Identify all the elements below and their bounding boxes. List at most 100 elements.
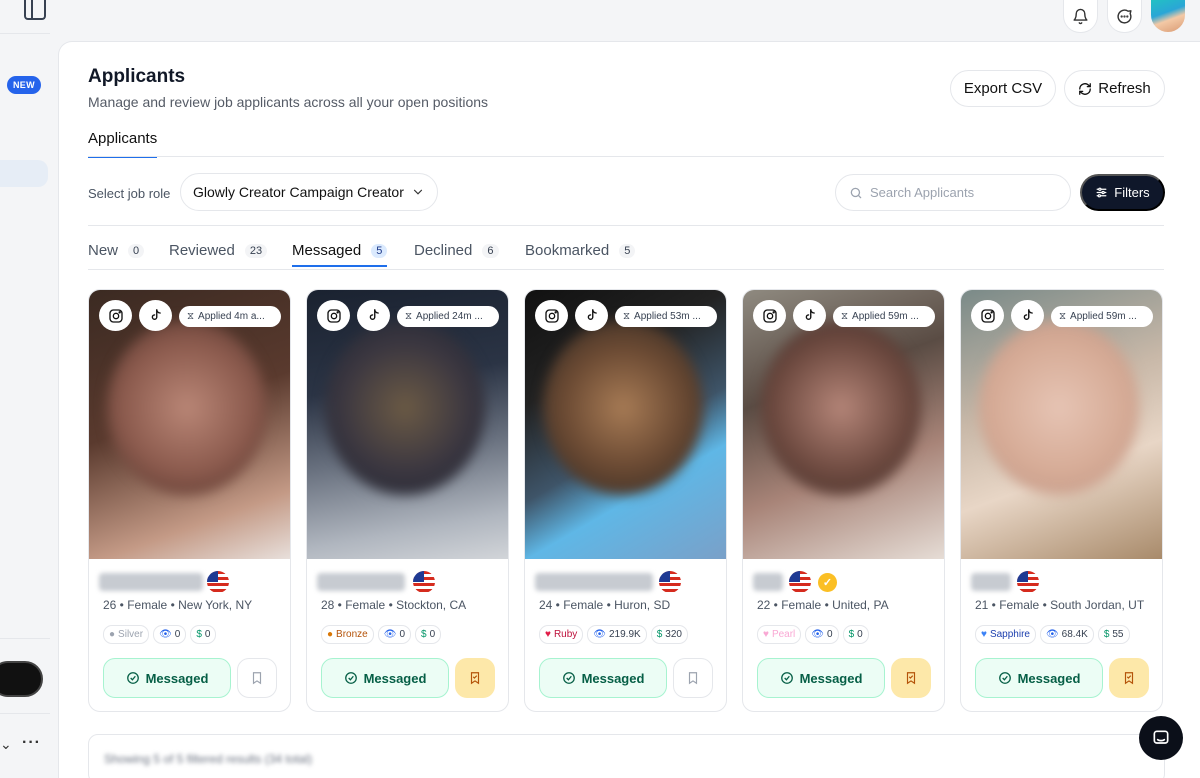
more-options-icon[interactable]: ··· [22, 734, 41, 752]
applicant-card[interactable]: ⧖ Applied 59m ... 21 • Female • South Jor… [960, 289, 1163, 712]
messaged-button[interactable]: Messaged [321, 658, 449, 698]
applicant-name-blurred [535, 573, 653, 591]
job-role-value: Glowly Creator Campaign Creator [193, 184, 404, 200]
tab-applicants[interactable]: Applicants [88, 130, 158, 158]
tier-badge: ♥ Ruby [539, 625, 584, 644]
applied-time-badge: ⧖ Applied 4m a... [179, 306, 281, 327]
job-role-select[interactable]: Glowly Creator Campaign Creator [180, 173, 438, 211]
tiktok-icon[interactable] [139, 300, 172, 331]
earnings-badge: $0 [842, 625, 869, 644]
divider [88, 156, 1164, 157]
sidebar-item-active[interactable] [0, 160, 48, 187]
bookmark-button[interactable] [1109, 658, 1149, 698]
messaged-button[interactable]: Messaged [539, 658, 667, 698]
applicant-stats: ♥ Pearl 👁 0 $0 [757, 625, 869, 644]
sidebar-pill-button[interactable] [0, 661, 43, 697]
refresh-button[interactable]: Refresh [1064, 70, 1165, 107]
views-badge: 👁 68.4K [1039, 625, 1094, 644]
tier-badge: ♥ Pearl [757, 625, 802, 644]
applicant-meta: 24 • Female • Huron, SD [539, 598, 671, 612]
tiktok-icon[interactable] [357, 300, 390, 331]
tab-reviewed[interactable]: Reviewed 23 [169, 242, 268, 265]
notifications-button[interactable] [1063, 0, 1098, 33]
views-badge: 👁 0 [153, 625, 187, 644]
rail-divider [0, 638, 50, 639]
applied-time-badge: ⧖ Applied 53m ... [615, 306, 717, 327]
instagram-icon[interactable] [753, 300, 786, 331]
check-circle-icon [562, 672, 575, 684]
instagram-icon[interactable] [99, 300, 132, 331]
bookmark-check-icon [1124, 672, 1134, 685]
check-circle-icon [998, 672, 1011, 684]
messaged-button[interactable]: Messaged [757, 658, 885, 698]
us-flag-icon [413, 571, 435, 593]
rail-divider [0, 713, 50, 714]
divider [88, 225, 1164, 226]
tab-messaged[interactable]: Messaged 5 [292, 242, 388, 267]
results-count: Showing 5 of 5 filtered results (34 tota… [104, 752, 313, 766]
tab-count: 5 [619, 243, 636, 258]
tab-bookmarked[interactable]: Bookmarked 5 [525, 242, 636, 265]
bookmark-button[interactable] [673, 658, 713, 698]
blurred-face [761, 320, 921, 495]
tab-label: Messaged [292, 242, 362, 259]
applicant-card[interactable]: ⧖ Applied 4m a... 26 • Female • New York,… [88, 289, 291, 712]
export-csv-button[interactable]: Export CSV [950, 70, 1056, 107]
filters-button[interactable]: Filters [1080, 174, 1165, 211]
tab-declined[interactable]: Declined 6 [414, 242, 499, 265]
applicant-name-blurred [753, 573, 783, 591]
applicant-name-blurred [317, 573, 405, 591]
sliders-icon [1096, 187, 1107, 198]
blurred-face [325, 320, 485, 495]
check-circle-icon [780, 672, 793, 684]
instagram-icon[interactable] [317, 300, 350, 331]
us-flag-icon [207, 571, 229, 593]
applicant-meta: 22 • Female • United, PA [757, 598, 889, 612]
messaged-button[interactable]: Messaged [103, 658, 231, 698]
filters-label: Filters [1114, 185, 1150, 200]
applicant-stats: ● Silver 👁 0 $0 [103, 625, 217, 644]
views-badge: 👁 219.9K [587, 625, 647, 644]
chevron-down-icon[interactable]: ⌄ [0, 736, 12, 753]
check-circle-icon [126, 672, 139, 684]
user-avatar[interactable] [1151, 0, 1185, 32]
tab-count: 6 [482, 243, 499, 258]
tiktok-icon[interactable] [575, 300, 608, 331]
applied-time-badge: ⧖ Applied 59m ... [833, 306, 935, 327]
tiktok-icon[interactable] [793, 300, 826, 331]
bookmark-button[interactable] [455, 658, 495, 698]
tab-label: Reviewed [169, 242, 235, 259]
instagram-icon[interactable] [971, 300, 1004, 331]
applicant-stats: ♥ Sapphire 👁 68.4K $55 [975, 625, 1130, 644]
bookmark-button[interactable] [237, 658, 277, 698]
bookmark-button[interactable] [891, 658, 931, 698]
applicant-card[interactable]: ⧖ Applied 59m ... ✓ 22 • Female • United,… [742, 289, 945, 712]
earnings-badge: $55 [1097, 625, 1130, 644]
role-label: Select job role [88, 186, 171, 201]
messaged-button[interactable]: Messaged [975, 658, 1103, 698]
refresh-icon [1079, 82, 1092, 95]
tab-count: 23 [244, 243, 268, 258]
bookmark-check-icon [470, 672, 480, 685]
tab-count: 5 [371, 243, 388, 258]
search-input[interactable]: Search Applicants [835, 174, 1071, 211]
applicant-name-blurred [99, 573, 203, 591]
messages-button[interactable] [1107, 0, 1142, 33]
main-panel: Applicants Manage and review job applica… [58, 41, 1200, 778]
bookmark-check-icon [906, 672, 916, 685]
tiktok-icon[interactable] [1011, 300, 1044, 331]
chat-support-button[interactable] [1139, 716, 1183, 760]
export-csv-label: Export CSV [963, 80, 1043, 97]
divider [88, 269, 1164, 270]
earnings-badge: $0 [415, 625, 442, 644]
sidebar-toggle-icon[interactable] [24, 0, 46, 20]
search-icon [850, 187, 862, 199]
rail-divider [0, 33, 50, 34]
instagram-icon[interactable] [535, 300, 568, 331]
applicant-stats: ♥ Ruby 👁 219.9K $320 [539, 625, 688, 644]
tab-new[interactable]: New 0 [88, 242, 145, 265]
applicant-card[interactable]: ⧖ Applied 24m ... 28 • Female • Stockton,… [306, 289, 509, 712]
earnings-badge: $0 [190, 625, 217, 644]
applicant-card[interactable]: ⧖ Applied 53m ... 24 • Female • Huron, SD… [524, 289, 727, 712]
views-badge: 👁 0 [377, 625, 411, 644]
